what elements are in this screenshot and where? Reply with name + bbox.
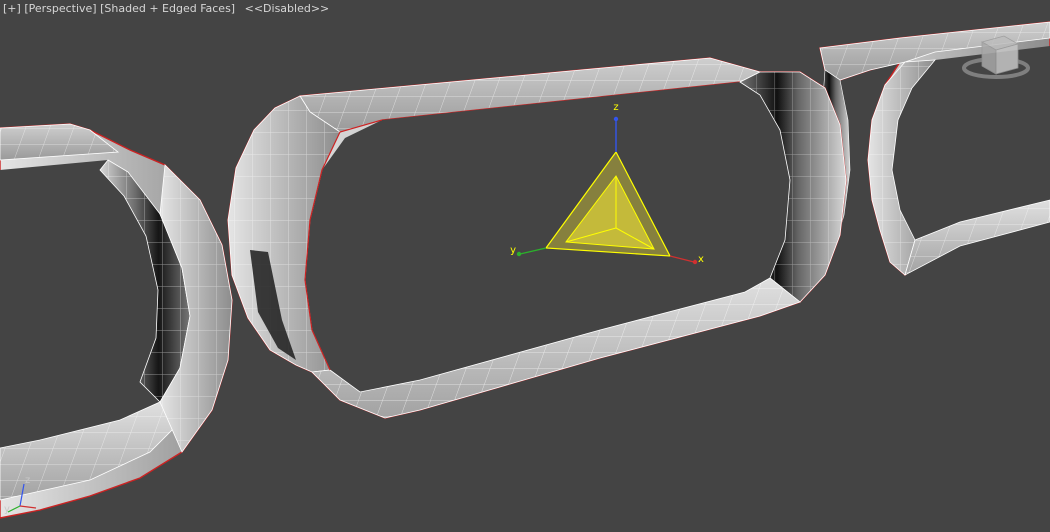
- world-axis-y-label: y: [4, 504, 10, 515]
- gizmo-y-label: y: [510, 245, 516, 256]
- gizmo-z-handle[interactable]: [613, 116, 619, 122]
- world-axis-z-label: z: [25, 475, 30, 486]
- viewport-point-of-view-menu[interactable]: [Perspective]: [24, 2, 96, 15]
- gizmo-x-handle[interactable]: [692, 259, 698, 265]
- viewport-general-menu[interactable]: [+]: [3, 2, 21, 15]
- gizmo-y-handle[interactable]: [516, 251, 522, 257]
- scene-canvas[interactable]: z y x z y: [0, 0, 1050, 532]
- mesh-link-left[interactable]: [0, 123, 233, 519]
- mesh-link-center[interactable]: [227, 57, 847, 419]
- viewport-status-label[interactable]: <<Disabled>>: [245, 2, 330, 15]
- gizmo-z-label: z: [613, 102, 618, 113]
- gizmo-x-label: x: [698, 254, 704, 265]
- perspective-viewport[interactable]: [+] [Perspective] [Shaded + Edged Faces]…: [0, 0, 1050, 532]
- viewport-label: [+] [Perspective] [Shaded + Edged Faces]…: [3, 2, 329, 15]
- viewport-shading-menu[interactable]: [Shaded + Edged Faces]: [100, 2, 235, 15]
